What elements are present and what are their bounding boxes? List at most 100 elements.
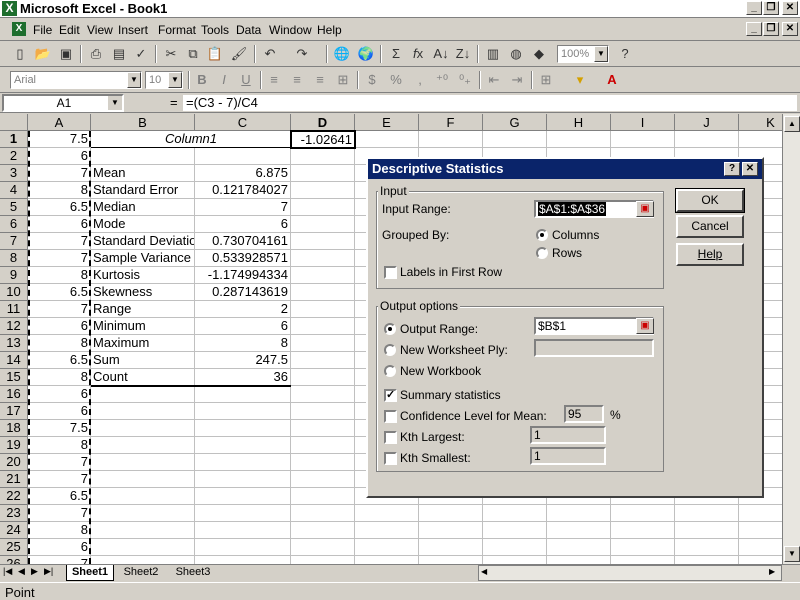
menu-edit[interactable]: Edit <box>59 23 80 37</box>
function-icon[interactable]: fx <box>408 44 428 64</box>
summary-statistics-checkbox[interactable]: ✓ <box>384 389 397 402</box>
cell[interactable] <box>483 505 547 522</box>
cell[interactable] <box>291 182 355 199</box>
cell[interactable] <box>91 420 195 437</box>
cancel-button[interactable]: Cancel <box>676 215 744 238</box>
cell[interactable] <box>355 505 419 522</box>
cell[interactable] <box>355 556 419 564</box>
cell[interactable] <box>195 556 291 564</box>
menu-insert[interactable]: Insert <box>118 23 148 37</box>
scroll-right-icon[interactable]: ▶ <box>769 567 775 576</box>
tab-next-icon[interactable]: ▶ <box>31 566 38 577</box>
cell[interactable]: Minimum <box>91 318 195 335</box>
cell[interactable] <box>91 539 195 556</box>
cell[interactable]: 7 <box>195 199 291 216</box>
row-header[interactable]: 3 <box>0 165 28 182</box>
row-header[interactable]: 4 <box>0 182 28 199</box>
dialog-close-button[interactable]: ✕ <box>742 162 758 176</box>
web-toolbar-icon[interactable]: 🌍 <box>356 44 376 64</box>
row-header[interactable]: 19 <box>0 437 28 454</box>
output-range-radio[interactable] <box>384 323 396 335</box>
cell[interactable]: Mean <box>91 165 195 182</box>
kth-smallest-checkbox[interactable] <box>384 452 397 465</box>
cell[interactable] <box>291 148 355 165</box>
kth-largest-field[interactable]: 1 <box>530 426 606 444</box>
bold-button[interactable]: B <box>192 70 212 90</box>
row-header[interactable]: 17 <box>0 403 28 420</box>
menu-window[interactable]: Window <box>269 23 312 37</box>
row-header[interactable]: 22 <box>0 488 28 505</box>
decrease-indent-icon[interactable]: ⇤ <box>484 70 504 90</box>
fill-color-icon[interactable]: ▾ <box>570 70 590 90</box>
columns-radio-label[interactable]: Columns <box>552 228 599 242</box>
new-workbook-radio[interactable] <box>384 365 396 377</box>
decrease-decimal-icon[interactable]: ⁰₊ <box>455 70 475 90</box>
cell[interactable]: 0.121784027 <box>195 182 291 199</box>
col-header-i[interactable]: I <box>611 114 675 131</box>
cell[interactable] <box>291 267 355 284</box>
cell[interactable] <box>291 301 355 318</box>
cell[interactable] <box>483 522 547 539</box>
increase-indent-icon[interactable]: ⇥ <box>507 70 527 90</box>
col-header-b[interactable]: B <box>91 114 195 131</box>
cell[interactable] <box>291 420 355 437</box>
rows-radio-label[interactable]: Rows <box>552 246 582 260</box>
font-size-select[interactable]: 10 ▼ <box>145 71 183 89</box>
align-left-icon[interactable]: ≡ <box>264 70 284 90</box>
kth-smallest-field[interactable]: 1 <box>530 447 606 465</box>
cell[interactable] <box>91 471 195 488</box>
cell[interactable]: Range <box>91 301 195 318</box>
cell[interactable] <box>291 216 355 233</box>
cell[interactable] <box>291 369 355 386</box>
cell[interactable] <box>195 148 291 165</box>
merge-center-icon[interactable]: ⊞ <box>333 70 353 90</box>
scroll-up-icon[interactable]: ▲ <box>784 116 800 132</box>
cell[interactable] <box>419 505 483 522</box>
row-header[interactable]: 21 <box>0 471 28 488</box>
cell[interactable]: -1.174994334 <box>195 267 291 284</box>
cell[interactable] <box>419 522 483 539</box>
cell[interactable] <box>195 386 291 403</box>
col-header-h[interactable]: H <box>547 114 611 131</box>
cell[interactable]: Maximum <box>91 335 195 352</box>
cell[interactable]: 247.5 <box>195 352 291 369</box>
col-header-j[interactable]: J <box>675 114 739 131</box>
cell[interactable] <box>291 284 355 301</box>
cell[interactable] <box>91 148 195 165</box>
row-header[interactable]: 26 <box>0 556 28 564</box>
kth-largest-label[interactable]: Kth Largest: <box>400 430 465 444</box>
cell[interactable] <box>291 505 355 522</box>
restore-button[interactable]: ❐ <box>763 1 779 15</box>
scroll-left-icon[interactable]: ◀ <box>481 567 487 576</box>
cell[interactable]: Sum <box>91 352 195 369</box>
row-header[interactable]: 8 <box>0 250 28 267</box>
cell[interactable] <box>291 165 355 182</box>
cell[interactable] <box>419 131 483 148</box>
cell[interactable] <box>483 556 547 564</box>
cell[interactable] <box>195 437 291 454</box>
format-painter-icon[interactable]: 🖌 <box>229 44 249 64</box>
font-select[interactable]: Arial ▼ <box>10 71 142 89</box>
sort-descending-icon[interactable]: Z↓ <box>453 44 473 64</box>
cell[interactable]: Standard Error <box>91 182 195 199</box>
row-header[interactable]: 25 <box>0 539 28 556</box>
comma-button[interactable]: , <box>410 70 430 90</box>
menu-view[interactable]: View <box>87 23 113 37</box>
new-workbook-label[interactable]: New Workbook <box>400 364 481 378</box>
menu-file[interactable]: File <box>33 23 52 37</box>
cell[interactable] <box>291 403 355 420</box>
row-header[interactable]: 20 <box>0 454 28 471</box>
cell[interactable]: 6 <box>195 318 291 335</box>
paste-icon[interactable]: 📋 <box>205 44 225 64</box>
row-header[interactable]: 11 <box>0 301 28 318</box>
cell[interactable] <box>291 539 355 556</box>
confidence-level-checkbox[interactable] <box>384 410 397 423</box>
cell[interactable] <box>419 539 483 556</box>
cell[interactable] <box>91 488 195 505</box>
percent-button[interactable]: % <box>386 70 406 90</box>
formula-input[interactable]: =(C3 - 7)/C4 <box>183 95 797 111</box>
cell[interactable] <box>291 556 355 564</box>
cell[interactable] <box>355 131 419 148</box>
col-header-f[interactable]: F <box>419 114 483 131</box>
labels-first-row-label[interactable]: Labels in First Row <box>400 265 502 279</box>
